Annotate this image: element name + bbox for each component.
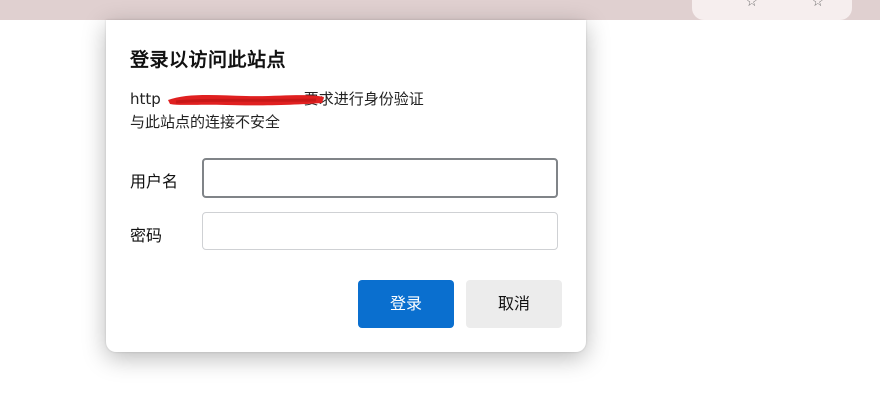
- login-button[interactable]: 登录: [358, 280, 454, 328]
- insecure-connection-warning: 与此站点的连接不安全: [130, 113, 281, 131]
- redaction-scribble: [168, 94, 324, 106]
- password-label: 密码: [130, 226, 163, 245]
- star-outline-icon[interactable]: ☆: [745, 0, 758, 10]
- favorites-star-icon[interactable]: ☆: [811, 0, 824, 10]
- auth-request-line: http 要求进行身份验证: [130, 88, 424, 111]
- address-bar-edge[interactable]: [692, 0, 852, 20]
- username-input[interactable]: [202, 158, 558, 198]
- username-label: 用户名: [130, 172, 179, 191]
- cancel-button[interactable]: 取消: [466, 280, 562, 328]
- dialog-message: http 要求进行身份验证 与此站点的连接不安全: [130, 88, 424, 134]
- auth-dialog: 登录以访问此站点 http 要求进行身份验证 与此站点的连接不安全 用户名 密码 …: [106, 20, 586, 352]
- dialog-title: 登录以访问此站点: [130, 49, 287, 71]
- browser-toolbar: ☆ ☆: [0, 0, 880, 20]
- url-prefix: http: [130, 90, 161, 108]
- password-input[interactable]: [202, 212, 558, 250]
